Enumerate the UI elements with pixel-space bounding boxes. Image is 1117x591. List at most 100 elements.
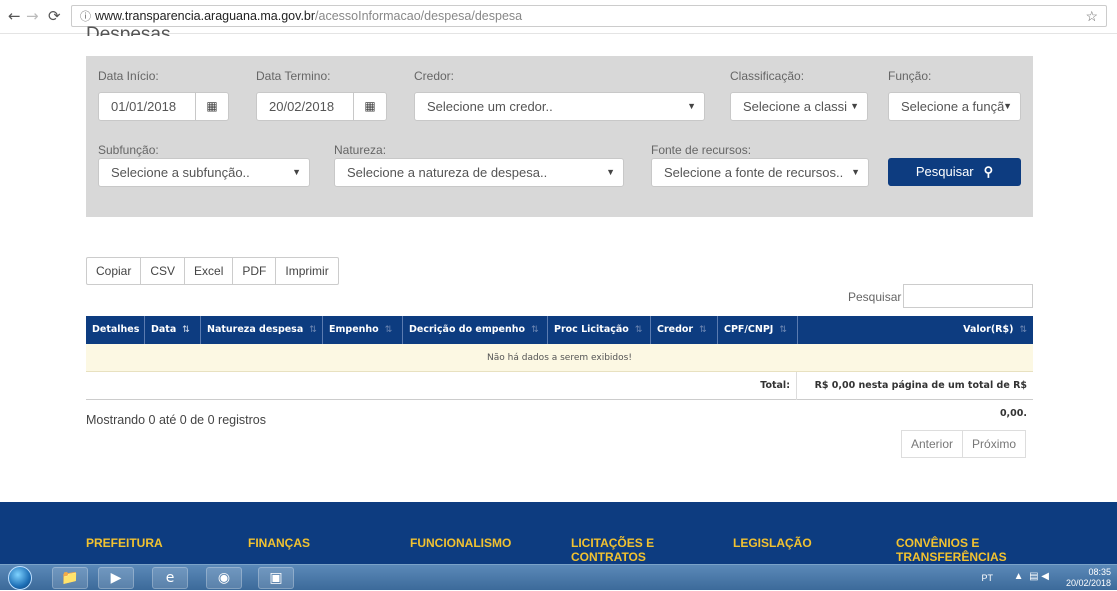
clock[interactable]: 08:35 20/02/2018 (1066, 567, 1111, 589)
clock-date: 20/02/2018 (1065, 578, 1111, 588)
chevron-down-icon: ▼ (1003, 101, 1012, 111)
address-bar[interactable]: ⓘ www.transparencia.araguana.ma.gov.br/ac… (71, 5, 1107, 27)
sort-icon: ⇅ (531, 325, 539, 335)
data-inicio-label: Data Início: (98, 69, 159, 83)
media-player-icon[interactable]: ▶ (98, 567, 134, 589)
funcao-select[interactable]: Selecione a funçã ▼ (888, 92, 1021, 121)
footer-link-prefeitura[interactable]: PREFEITURA (86, 536, 163, 550)
column-header-natureza[interactable]: Natureza despesa ⇅ (201, 316, 323, 344)
sort-icon: ⇅ (699, 325, 707, 335)
data-termino-input[interactable]: 20/02/2018 (256, 92, 366, 121)
column-label: Valor(R$) (963, 324, 1014, 335)
empty-table-message: Não há dados a serem exibidos! (86, 344, 1033, 372)
column-header-empenho[interactable]: Empenho ⇅ (323, 316, 403, 344)
internet-explorer-icon[interactable]: e (152, 567, 188, 589)
os-taskbar: 📁 ▶ e ◉ ▣ PT ▲ ▤ ◀ 08:35 20/02/2018 (0, 564, 1117, 590)
excel-button[interactable]: Excel (184, 257, 234, 285)
credor-placeholder: Selecione um credor.. (427, 99, 553, 114)
sort-icon: ⇅ (634, 325, 643, 335)
search-button-label: Pesquisar (915, 164, 974, 179)
chevron-down-icon: ▼ (606, 167, 615, 177)
sort-icon: ⇅ (384, 325, 393, 335)
language-indicator[interactable]: PT (981, 573, 993, 583)
sort-icon: ⇅ (779, 325, 787, 335)
column-header-valor[interactable]: Valor(R$) ⇅ (798, 316, 1033, 344)
column-header-data[interactable]: Data ⇅ (145, 316, 201, 344)
search-button[interactable]: Pesquisar ⚲ (888, 158, 1021, 186)
fonte-placeholder: Selecione a fonte de recursos.. (664, 165, 844, 180)
data-termino-value: 20/02/2018 (269, 99, 335, 114)
footer-link-label: FINANÇAS (248, 536, 310, 550)
expenses-table: Detalhes Data ⇅ Natureza despesa ⇅ Empenho… (86, 316, 1033, 419)
tray-icons[interactable]: ▲ ▤ ◀ (1014, 571, 1049, 582)
data-termino-label: Data Termino: (256, 69, 331, 83)
forward-arrow-icon[interactable]: → (26, 8, 39, 24)
table-header: Detalhes Data ⇅ Natureza despesa ⇅ Empenho… (86, 316, 1033, 344)
clock-time: 08:35 (1088, 567, 1111, 577)
copy-button[interactable]: Copiar (86, 257, 142, 285)
pagination: Anterior Próximo (901, 430, 1027, 458)
fonte-select[interactable]: Selecione a fonte de recursos.. ▼ (651, 158, 869, 187)
natureza-placeholder: Selecione a natureza de despesa.. (347, 165, 548, 180)
footer-link-convenios[interactable]: CONVÊNIOS E TRANSFERÊNCIAS (896, 536, 1007, 564)
fonte-label: Fonte de recursos: (651, 143, 752, 157)
next-page-button[interactable]: Próximo (962, 430, 1027, 458)
footer-link-legislacao[interactable]: LEGISLAÇÃO (733, 536, 812, 550)
classificacao-select[interactable]: Selecione a classi ▼ (730, 92, 868, 121)
column-label: Empenho (329, 324, 379, 335)
column-label: Natureza despesa (207, 324, 304, 335)
footer-link-financas[interactable]: FINANÇAS (248, 536, 310, 550)
footer-link-label: CONVÊNIOS E (896, 536, 980, 550)
sort-icon: ⇅ (309, 325, 317, 335)
classificacao-label: Classificação: (730, 69, 805, 83)
chevron-down-icon: ▼ (687, 101, 696, 111)
site-footer: PREFEITURA FINANÇAS FUNCIONALISMO LICITA… (0, 502, 1117, 564)
column-header-credor[interactable]: Credor ⇅ (651, 316, 718, 344)
chrome-icon[interactable]: ◉ (206, 567, 242, 589)
classificacao-placeholder: Selecione a classi (743, 99, 848, 114)
sort-icon: ⇅ (182, 325, 190, 335)
funcao-placeholder: Selecione a funçã (901, 99, 1005, 114)
star-icon[interactable]: ☆ (1085, 6, 1098, 26)
start-button[interactable] (8, 566, 32, 590)
natureza-select[interactable]: Selecione a natureza de despesa.. ▼ (334, 158, 624, 187)
column-label: CPF/CNPJ (724, 324, 774, 335)
subfuncao-select[interactable]: Selecione a subfunção.. ▼ (98, 158, 310, 187)
url-path: /acessoInformacao/despesa/despesa (315, 9, 523, 23)
column-header-proc-licitacao[interactable]: Proc Licitação ⇅ (548, 316, 651, 344)
subfuncao-label: Subfunção: (98, 143, 159, 157)
print-button[interactable]: Imprimir (275, 257, 339, 285)
sort-icon: ⇅ (1019, 325, 1027, 335)
remote-desktop-icon[interactable]: ▣ (258, 567, 294, 589)
chevron-down-icon: ▼ (850, 101, 859, 111)
footer-link-licitacoes[interactable]: LICITAÇÕES E CONTRATOS (571, 536, 654, 564)
footer-link-label: TRANSFERÊNCIAS (896, 550, 1007, 564)
data-inicio-input[interactable]: 01/01/2018 (98, 92, 208, 121)
chevron-up-icon[interactable]: ▲ (1014, 571, 1024, 582)
volume-icon[interactable]: ◀ (1041, 571, 1049, 582)
table-search-input[interactable] (903, 284, 1033, 308)
footer-link-label: LEGISLAÇÃO (733, 536, 812, 550)
export-button-group: Copiar CSV Excel PDF Imprimir (86, 257, 339, 285)
folder-icon[interactable]: 📁 (52, 567, 88, 589)
back-arrow-icon[interactable]: ← (8, 8, 21, 24)
footer-link-funcionalismo[interactable]: FUNCIONALISMO (410, 536, 511, 550)
calendar-icon[interactable]: ▦ (195, 92, 229, 121)
csv-button[interactable]: CSV (140, 257, 186, 285)
reload-icon[interactable]: ⟳ (48, 8, 61, 24)
previous-page-button[interactable]: Anterior (901, 430, 964, 458)
pdf-button[interactable]: PDF (232, 257, 277, 285)
column-header-descricao[interactable]: Decrição do empenho ⇅ (403, 316, 548, 344)
column-header-cpf-cnpj[interactable]: CPF/CNPJ ⇅ (718, 316, 798, 344)
network-icon[interactable]: ▤ (1029, 571, 1038, 582)
calendar-icon[interactable]: ▦ (353, 92, 387, 121)
credor-select[interactable]: Selecione um credor.. ▼ (414, 92, 705, 121)
footer-link-label: CONTRATOS (571, 550, 646, 564)
column-label: Decrição do empenho (409, 324, 526, 335)
column-label: Credor (657, 324, 694, 335)
chevron-down-icon: ▼ (851, 167, 860, 177)
filter-panel: Data Início: 01/01/2018 ▦ Data Termino: … (86, 56, 1033, 217)
chevron-down-icon: ▼ (292, 167, 301, 177)
table-search-label: Pesquisar (848, 290, 902, 304)
column-header-detalhes[interactable]: Detalhes (86, 316, 145, 344)
